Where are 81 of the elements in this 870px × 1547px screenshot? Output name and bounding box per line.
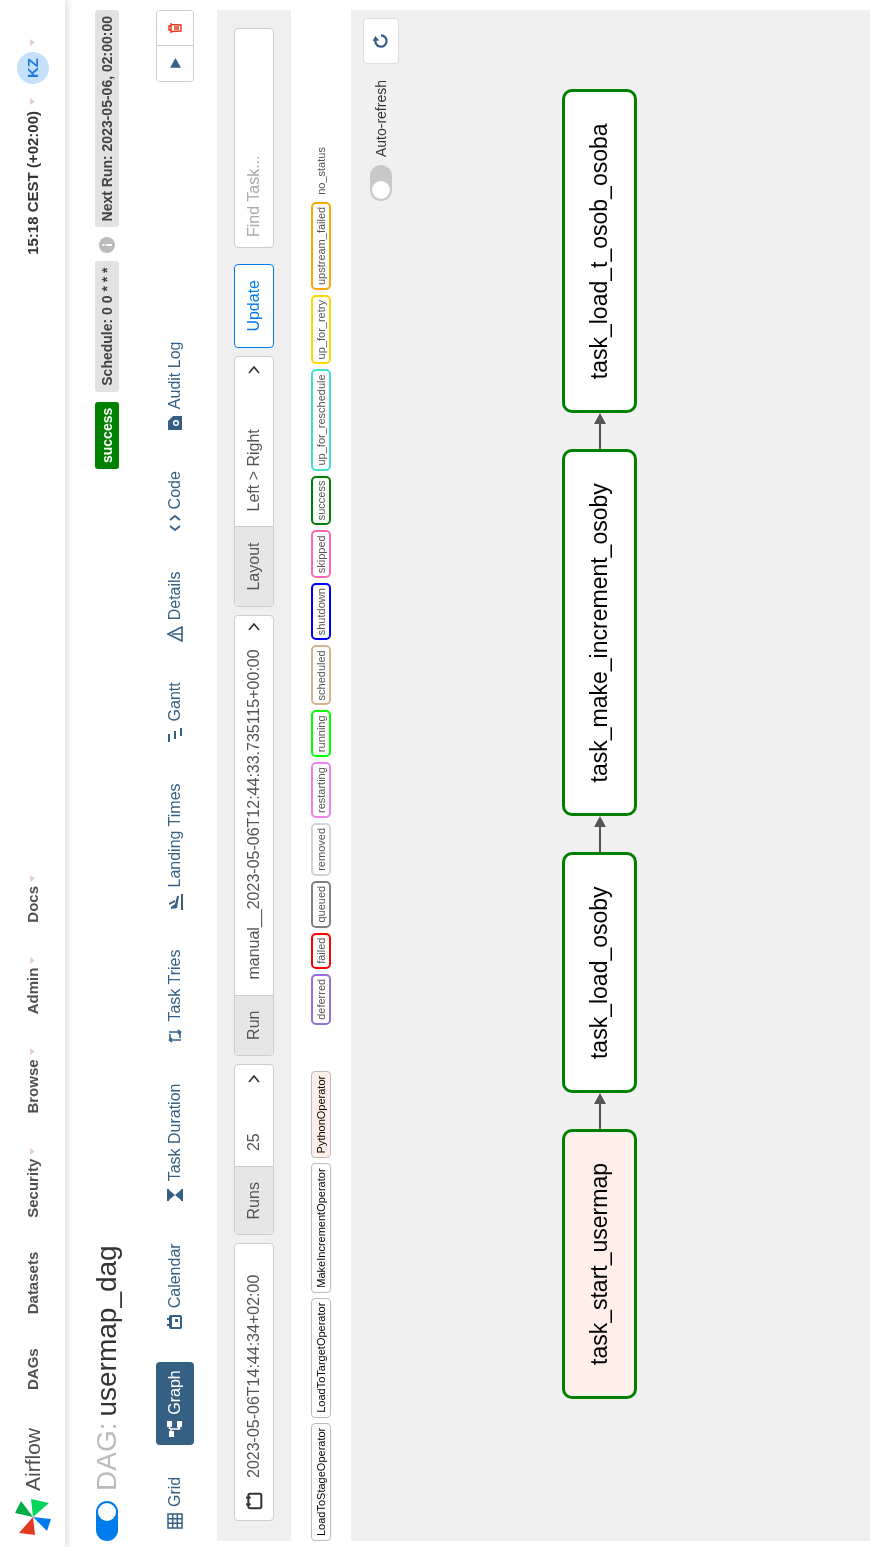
state-chip: failed <box>311 932 331 969</box>
run-select[interactable]: manual__2023-05-06T12:44:33.735115+00:00 <box>235 625 273 995</box>
delete-button[interactable] <box>157 11 193 46</box>
calendar-icon <box>167 1314 183 1331</box>
find-task-field[interactable]: Find Task... <box>234 28 274 248</box>
calendar-icon <box>245 1492 263 1510</box>
view-tab[interactable]: Task Duration <box>156 1075 194 1212</box>
details-icon <box>167 626 183 643</box>
clock-time[interactable]: 15:18 CEST (+02:00) <box>24 111 41 255</box>
view-tab[interactable]: Calendar <box>156 1235 194 1339</box>
operator-chip: MakeIncrementOperator <box>311 1163 331 1293</box>
task-node[interactable]: task_load_t_osob_osoba <box>562 89 637 414</box>
nav-menu-item[interactable]: Admin <box>24 956 41 1015</box>
edge-arrow <box>592 816 607 853</box>
nav-menu-item[interactable]: Datasets <box>24 1251 41 1315</box>
state-chip: upstream_failed <box>311 201 331 291</box>
state-chip: deferred <box>311 973 331 1025</box>
chevron-icon <box>248 1075 260 1084</box>
state-chip: scheduled <box>311 645 331 706</box>
audit-icon <box>167 415 183 432</box>
runs-label: Runs <box>235 1166 273 1232</box>
nav-menu-item[interactable]: Browse <box>24 1048 41 1114</box>
view-tab[interactable]: Audit Log <box>156 333 194 440</box>
caret-icon <box>29 1147 36 1155</box>
view-tab[interactable]: Landing Times <box>156 775 194 918</box>
state-chip: removed <box>311 823 331 876</box>
task-node[interactable]: task_start_usermap <box>562 1129 637 1399</box>
state-chip: restarting <box>311 762 331 818</box>
state-chip: queued <box>311 880 331 928</box>
view-tab[interactable]: Details <box>156 563 194 651</box>
refresh-button[interactable] <box>363 18 399 64</box>
task-node[interactable]: task_load_osoby <box>562 852 637 1093</box>
info-icon[interactable] <box>99 237 115 254</box>
caret-icon <box>29 1048 36 1056</box>
hourglass-icon <box>167 1187 183 1204</box>
code-icon <box>167 515 183 532</box>
nav-menu-item[interactable]: Docs <box>24 875 41 923</box>
layout-select[interactable]: Left > Right <box>235 361 273 527</box>
dag-toggle[interactable] <box>96 1501 118 1541</box>
update-button[interactable]: Update <box>234 264 274 348</box>
view-tab[interactable]: Task Tries <box>156 941 194 1052</box>
nav-menu-item[interactable]: DAGs <box>24 1348 41 1390</box>
edge-arrow <box>592 413 607 450</box>
base-date-field[interactable]: 2023-05-06T14:44:34+02:00 <box>234 1243 274 1521</box>
view-tab[interactable]: Code <box>156 463 194 540</box>
operator-chip: LoadToStageOperator <box>311 1422 331 1541</box>
schedule-badge: Schedule: 0 0 * * * <box>95 261 119 392</box>
state-chip: running <box>311 710 331 758</box>
state-chip: shutdown <box>311 583 331 641</box>
state-label: no_status <box>314 146 328 197</box>
auto-refresh-label: Auto-refresh <box>373 80 389 158</box>
runs-select[interactable]: 25 <box>235 1068 273 1167</box>
state-chip: up_for_reschedule <box>311 369 331 471</box>
view-tab[interactable]: Gantt <box>156 674 194 752</box>
play-icon <box>168 57 182 70</box>
refresh-icon <box>372 32 390 50</box>
dag-label: DAG: <box>91 1422 123 1491</box>
operator-chip: PythonOperator <box>311 1070 331 1159</box>
chevron-icon <box>248 625 260 632</box>
state-badge: success <box>95 401 119 469</box>
state-chip: success <box>311 475 331 526</box>
task-node[interactable]: task_make_increment_osoby <box>562 449 637 817</box>
caret-icon <box>29 875 36 882</box>
brand-name[interactable]: Airflow <box>20 1428 45 1491</box>
auto-refresh-toggle[interactable] <box>370 165 392 202</box>
tries-icon <box>167 1027 183 1044</box>
graph-icon <box>167 1420 183 1437</box>
state-chip: up_for_retry <box>311 295 331 365</box>
next-run-badge: Next Run: 2023-05-06, 02:00:00 <box>95 10 119 228</box>
edge-arrow <box>592 1093 607 1129</box>
state-chip: skipped <box>311 530 331 579</box>
nav-menu-item[interactable]: Security <box>24 1147 41 1218</box>
caret-icon <box>29 956 36 964</box>
view-tab[interactable]: Grid <box>156 1468 194 1537</box>
pinwheel-logo-icon[interactable] <box>12 1497 53 1537</box>
grid-icon <box>167 1513 183 1529</box>
view-tab[interactable]: Graph <box>156 1362 194 1445</box>
gantt-icon <box>167 727 183 744</box>
dag-title: usermap_dag <box>91 1245 123 1417</box>
chevron-icon <box>248 366 260 375</box>
operator-chip: LoadToTargetOperator <box>311 1297 331 1418</box>
